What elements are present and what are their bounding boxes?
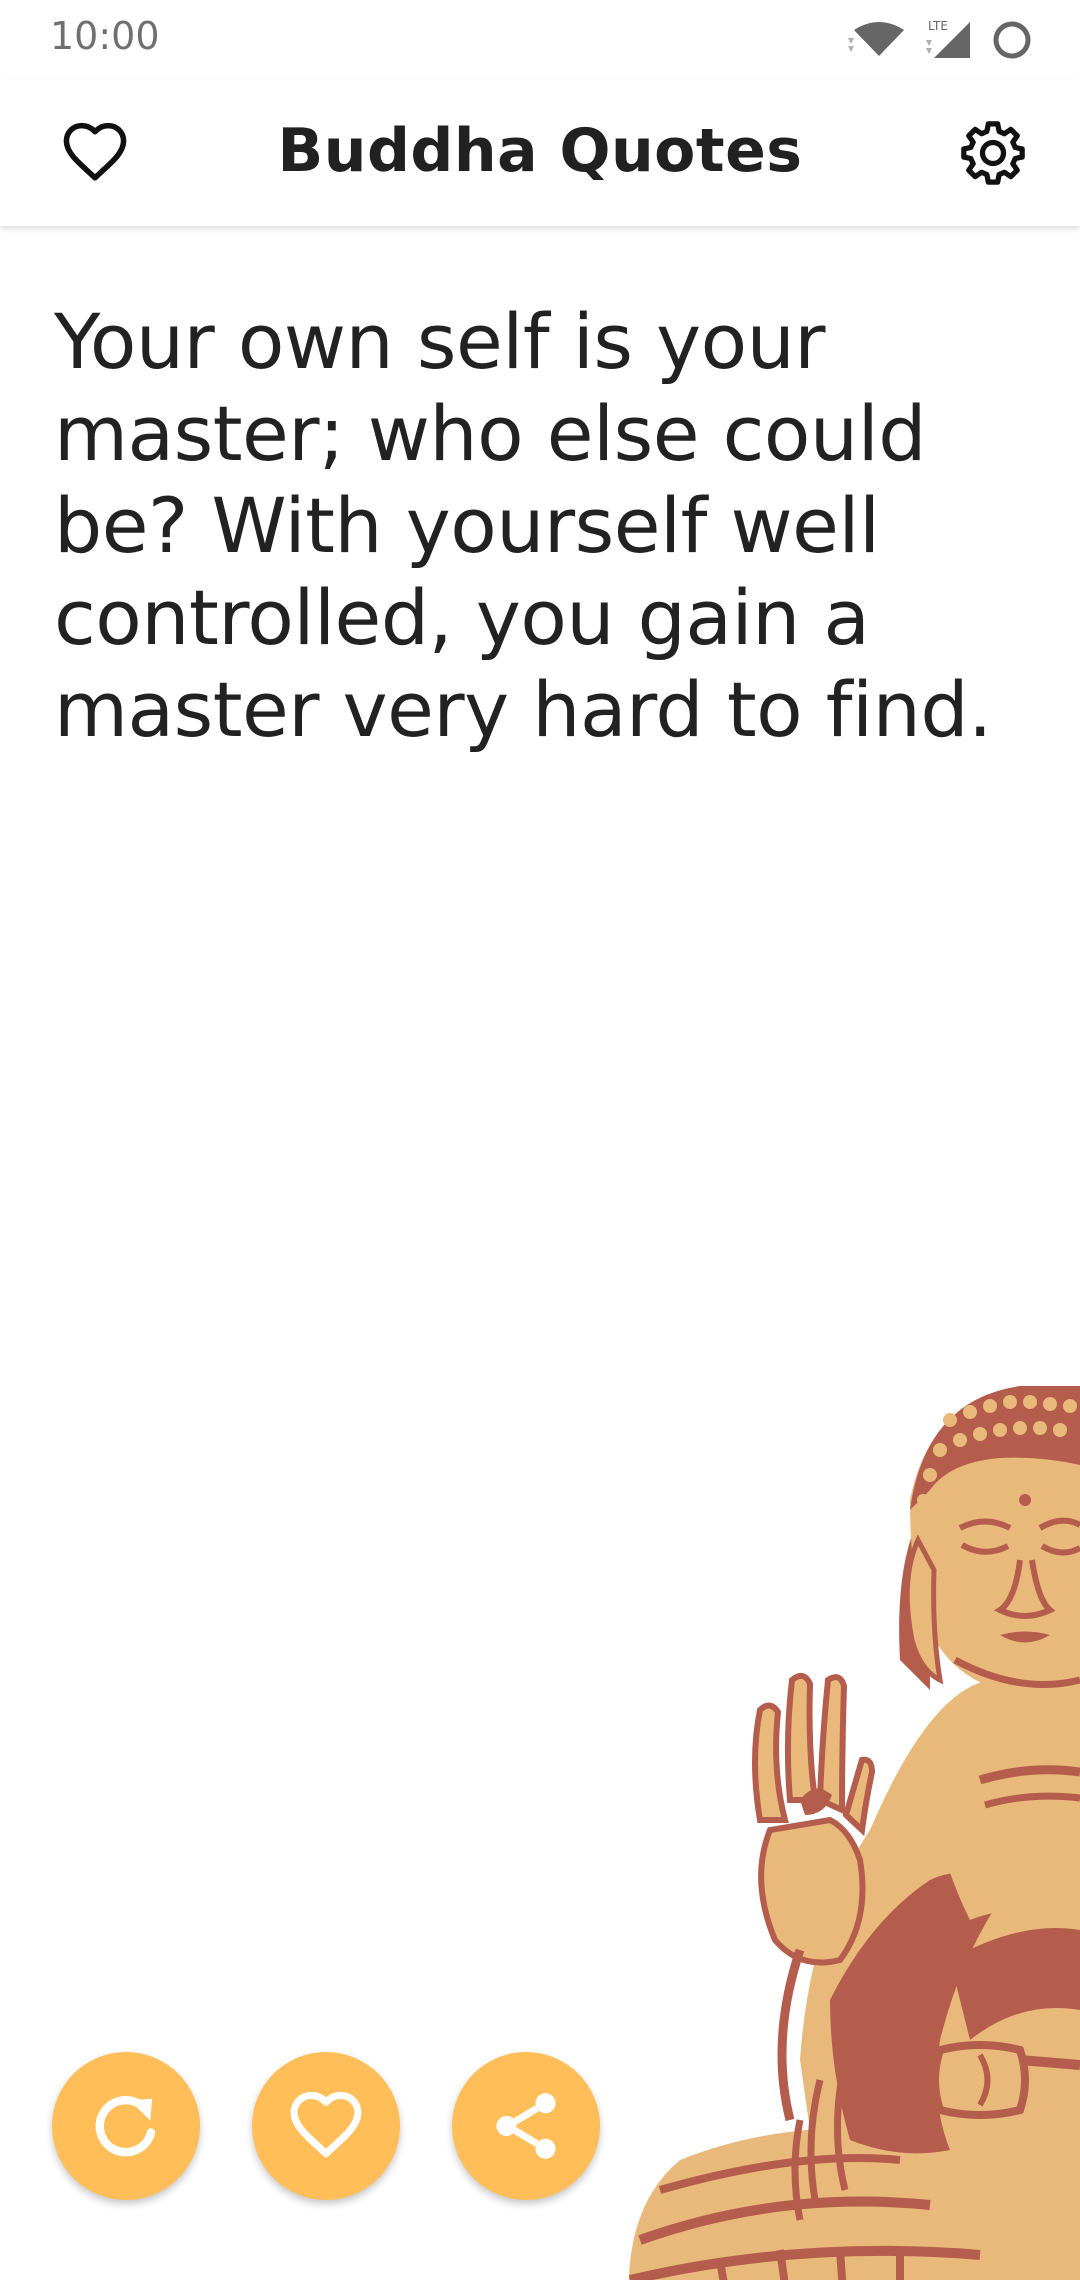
cell-signal-icon: LTE	[926, 19, 970, 58]
favorites-button[interactable]	[60, 118, 130, 188]
heart-outline-icon	[63, 122, 127, 181]
refresh-button[interactable]	[52, 2052, 200, 2200]
screen: 10:00 LTE Buddha Quotes Your own self is…	[0, 0, 1080, 2280]
app-bar: Buddha Quotes	[0, 80, 1080, 226]
status-bar: 10:00 LTE	[0, 0, 1080, 80]
wifi-icon	[848, 22, 904, 56]
gear-icon	[961, 121, 1025, 185]
battery-icon	[993, 21, 1031, 59]
share-icon	[496, 2093, 556, 2159]
status-icons: LTE	[848, 19, 1031, 59]
status-time: 10:00	[50, 14, 160, 58]
refresh-icon	[95, 2095, 156, 2157]
heart-outline-icon	[290, 2091, 362, 2158]
favorite-button[interactable]	[252, 2052, 400, 2200]
settings-button[interactable]	[958, 118, 1028, 188]
share-button[interactable]	[452, 2052, 600, 2200]
buddha-illustration	[628, 1386, 1080, 2280]
app-title: Buddha Quotes	[277, 116, 803, 186]
network-type: LTE	[928, 19, 948, 33]
quote-text: Your own self is your master; who else c…	[54, 297, 992, 754]
